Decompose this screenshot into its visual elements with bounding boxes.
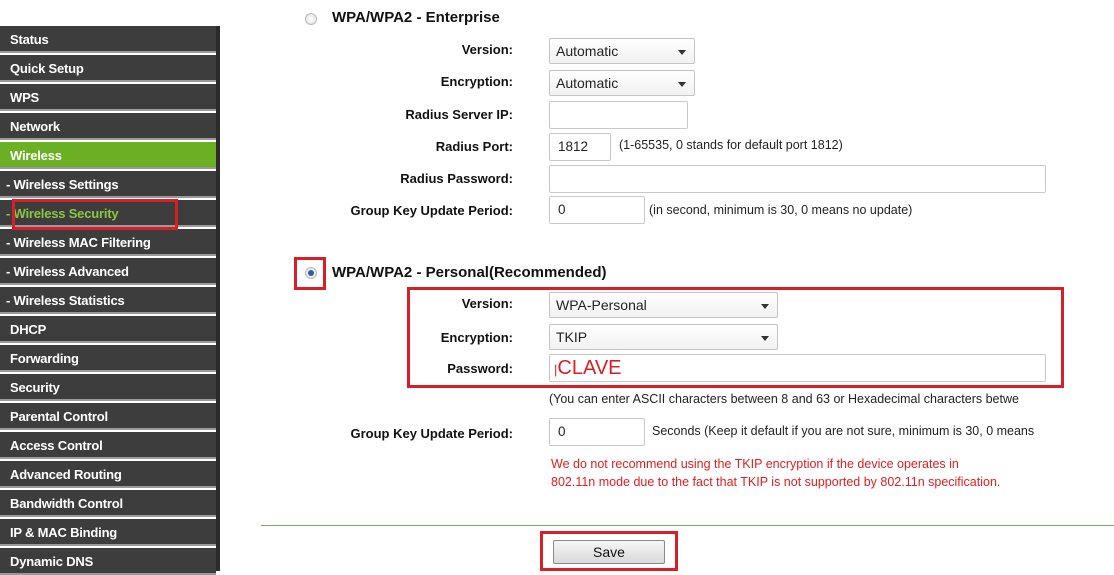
personal-password-label: Password: — [447, 361, 513, 376]
sidebar-nav: Status Quick Setup WPS Network Wireless … — [0, 0, 220, 575]
personal-group-key-input[interactable]: 0 — [549, 418, 645, 446]
personal-version-select[interactable]: WPA-Personal — [549, 292, 778, 318]
sidebar-item-wireless-settings[interactable]: - Wireless Settings — [0, 171, 216, 198]
personal-encryption-label: Encryption: — [440, 330, 513, 345]
sidebar-item-wireless-mac-filtering[interactable]: - Wireless MAC Filtering — [0, 229, 216, 256]
highlight-box-radio-personal — [294, 257, 326, 290]
personal-title: WPA/WPA2 - Personal(Recommended) — [332, 264, 607, 281]
personal-password-input[interactable]: |CLAVE — [549, 354, 1046, 382]
personal-encryption-value: TKIP — [556, 329, 588, 345]
sidebar-item-access-control[interactable]: Access Control — [0, 432, 216, 459]
tkip-warning: We do not recommend using the TKIP encry… — [551, 455, 1111, 491]
radius-server-ip-input[interactable] — [549, 101, 688, 129]
sidebar-item-wireless[interactable]: Wireless — [0, 142, 216, 169]
sidebar-item-forwarding[interactable]: Forwarding — [0, 345, 216, 372]
radius-port-label: Radius Port: — [435, 139, 513, 154]
radius-server-ip-label: Radius Server IP: — [405, 107, 513, 122]
enterprise-group-key-input[interactable]: 0 — [549, 196, 645, 224]
footer-divider — [261, 525, 1114, 526]
sidebar-item-wireless-statistics[interactable]: - Wireless Statistics — [0, 287, 216, 314]
enterprise-title: WPA/WPA2 - Enterprise — [332, 9, 500, 26]
save-button[interactable]: Save — [553, 540, 665, 564]
sidebar-item-bandwidth-control[interactable]: Bandwidth Control — [0, 490, 216, 517]
enterprise-encryption-value: Automatic — [556, 75, 619, 91]
sidebar-item-quick-setup[interactable]: Quick Setup — [0, 55, 216, 82]
sidebar-item-security[interactable]: Security — [0, 374, 216, 401]
enterprise-encryption-select[interactable]: Automatic — [549, 70, 695, 96]
highlight-box-wireless-security — [12, 199, 178, 230]
radius-port-input[interactable]: 1812 — [549, 133, 611, 161]
personal-password-hint: (You can enter ASCII characters between … — [549, 392, 1019, 406]
personal-encryption-select[interactable]: TKIP — [549, 324, 778, 350]
personal-password-value: CLAVE — [557, 357, 622, 379]
enterprise-encryption-label: Encryption: — [440, 74, 513, 89]
enterprise-group-key-hint: (in second, minimum is 30, 0 means no up… — [649, 203, 913, 217]
sidebar-divider — [216, 26, 220, 571]
sidebar-item-wireless-advanced[interactable]: - Wireless Advanced — [0, 258, 216, 285]
personal-version-label: Version: — [461, 296, 513, 311]
sidebar-item-wps[interactable]: WPS — [0, 84, 216, 111]
sidebar-item-network[interactable]: Network — [0, 113, 216, 140]
sidebar-item-status[interactable]: Status — [0, 26, 216, 53]
enterprise-version-label: Version: — [461, 42, 513, 57]
radius-password-label: Radius Password: — [400, 171, 513, 186]
personal-group-key-hint: Seconds (Keep it default if you are not … — [652, 424, 1035, 438]
enterprise-group-key-label: Group Key Update Period: — [350, 203, 513, 218]
chevron-down-icon — [678, 50, 686, 55]
enterprise-version-value: Automatic — [556, 43, 619, 59]
radio-enterprise[interactable] — [305, 13, 317, 25]
sidebar-item-parental-control[interactable]: Parental Control — [0, 403, 216, 430]
sidebar-item-advanced-routing[interactable]: Advanced Routing — [0, 461, 216, 488]
chevron-down-icon — [761, 336, 769, 341]
radius-password-input[interactable] — [549, 165, 1046, 193]
radius-port-hint: (1-65535, 0 stands for default port 1812… — [619, 138, 843, 152]
sidebar-item-ip-mac-binding[interactable]: IP & MAC Binding — [0, 519, 216, 546]
chevron-down-icon — [761, 304, 769, 309]
tkip-warning-line-1: We do not recommend using the TKIP encry… — [551, 457, 959, 471]
personal-group-key-label: Group Key Update Period: — [350, 426, 513, 441]
tkip-warning-line-2: 802.11n mode due to the fact that TKIP i… — [551, 475, 1001, 489]
enterprise-version-select[interactable]: Automatic — [549, 38, 695, 64]
chevron-down-icon — [678, 82, 686, 87]
sidebar-item-dhcp[interactable]: DHCP — [0, 316, 216, 343]
personal-version-value: WPA-Personal — [556, 297, 647, 313]
